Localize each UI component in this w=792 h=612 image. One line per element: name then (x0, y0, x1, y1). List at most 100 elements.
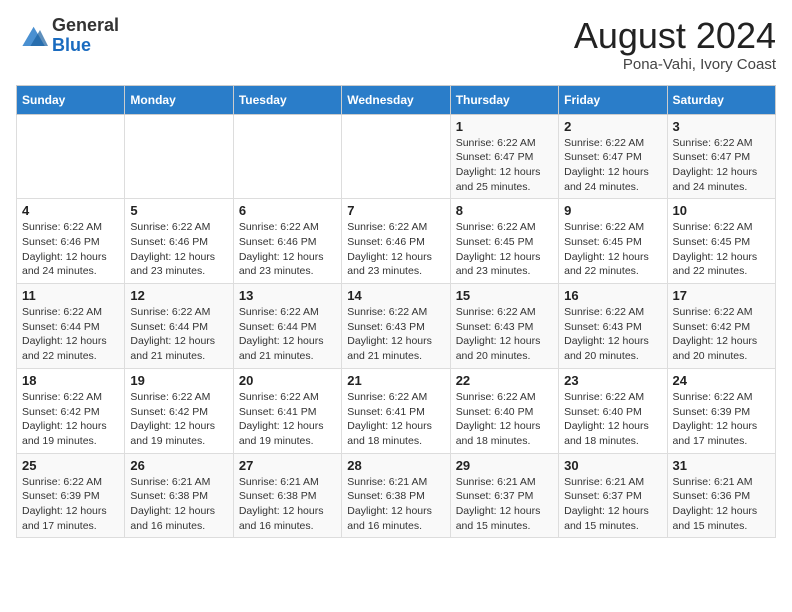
day-info: Sunrise: 6:21 AMSunset: 6:36 PMDaylight:… (673, 475, 770, 534)
calendar-cell: 7 Sunrise: 6:22 AMSunset: 6:46 PMDaylight… (342, 199, 450, 284)
calendar-cell: 20 Sunrise: 6:22 AMSunset: 6:41 PMDayligh… (233, 368, 341, 453)
page-header: General Blue August 2024 Pona-Vahi, Ivor… (16, 16, 776, 73)
day-info: Sunrise: 6:22 AMSunset: 6:41 PMDaylight:… (347, 390, 444, 449)
calendar-cell: 12 Sunrise: 6:22 AMSunset: 6:44 PMDayligh… (125, 284, 233, 369)
day-info: Sunrise: 6:22 AMSunset: 6:44 PMDaylight:… (22, 305, 119, 364)
calendar-cell: 30 Sunrise: 6:21 AMSunset: 6:37 PMDayligh… (559, 453, 667, 538)
calendar-cell: 3 Sunrise: 6:22 AMSunset: 6:47 PMDaylight… (667, 114, 775, 199)
logo-blue-text: Blue (52, 36, 119, 56)
day-number: 15 (456, 288, 553, 303)
day-number: 2 (564, 119, 661, 134)
day-info: Sunrise: 6:22 AMSunset: 6:46 PMDaylight:… (22, 220, 119, 279)
day-info: Sunrise: 6:21 AMSunset: 6:37 PMDaylight:… (456, 475, 553, 534)
day-number: 19 (130, 373, 227, 388)
day-number: 31 (673, 458, 770, 473)
calendar-cell (233, 114, 341, 199)
day-info: Sunrise: 6:22 AMSunset: 6:40 PMDaylight:… (564, 390, 661, 449)
day-number: 1 (456, 119, 553, 134)
calendar-cell: 15 Sunrise: 6:22 AMSunset: 6:43 PMDayligh… (450, 284, 558, 369)
day-info: Sunrise: 6:22 AMSunset: 6:46 PMDaylight:… (239, 220, 336, 279)
day-number: 16 (564, 288, 661, 303)
calendar-cell (17, 114, 125, 199)
day-number: 12 (130, 288, 227, 303)
week-row: 11 Sunrise: 6:22 AMSunset: 6:44 PMDayligh… (17, 284, 776, 369)
day-number: 7 (347, 203, 444, 218)
calendar-cell: 27 Sunrise: 6:21 AMSunset: 6:38 PMDayligh… (233, 453, 341, 538)
calendar-cell: 6Sunrise: 6:22 AMSunset: 6:46 PMDaylight… (233, 199, 341, 284)
day-number: 18 (22, 373, 119, 388)
calendar-cell: 9Sunrise: 6:22 AMSunset: 6:45 PMDaylight… (559, 199, 667, 284)
logo-general-text: General (52, 16, 119, 36)
calendar-cell: 21Sunrise: 6:22 AMSunset: 6:41 PMDayligh… (342, 368, 450, 453)
day-info: Sunrise: 6:22 AMSunset: 6:44 PMDaylight:… (130, 305, 227, 364)
day-number: 13 (239, 288, 336, 303)
day-info: Sunrise: 6:21 AMSunset: 6:38 PMDaylight:… (130, 475, 227, 534)
calendar-cell (125, 114, 233, 199)
header-day: Thursday (450, 85, 558, 114)
day-number: 24 (673, 373, 770, 388)
day-info: Sunrise: 6:22 AMSunset: 6:42 PMDaylight:… (130, 390, 227, 449)
calendar-cell: 8 Sunrise: 6:22 AMSunset: 6:45 PMDaylight… (450, 199, 558, 284)
calendar-cell: 4 Sunrise: 6:22 AMSunset: 6:46 PMDaylight… (17, 199, 125, 284)
header-day: Saturday (667, 85, 775, 114)
calendar-cell: 29Sunrise: 6:21 AMSunset: 6:37 PMDayligh… (450, 453, 558, 538)
day-number: 8 (456, 203, 553, 218)
header-day: Sunday (17, 85, 125, 114)
day-info: Sunrise: 6:21 AMSunset: 6:38 PMDaylight:… (347, 475, 444, 534)
calendar-cell: 28Sunrise: 6:21 AMSunset: 6:38 PMDayligh… (342, 453, 450, 538)
day-info: Sunrise: 6:22 AMSunset: 6:40 PMDaylight:… (456, 390, 553, 449)
day-info: Sunrise: 6:22 AMSunset: 6:46 PMDaylight:… (130, 220, 227, 279)
day-number: 9 (564, 203, 661, 218)
day-info: Sunrise: 6:22 AMSunset: 6:47 PMDaylight:… (456, 136, 553, 195)
day-info: Sunrise: 6:22 AMSunset: 6:43 PMDaylight:… (564, 305, 661, 364)
calendar-cell: 1 Sunrise: 6:22 AMSunset: 6:47 PMDaylight… (450, 114, 558, 199)
day-number: 17 (673, 288, 770, 303)
day-number: 20 (239, 373, 336, 388)
day-info: Sunrise: 6:22 AMSunset: 6:46 PMDaylight:… (347, 220, 444, 279)
day-number: 25 (22, 458, 119, 473)
week-row: 25 Sunrise: 6:22 AMSunset: 6:39 PMDayligh… (17, 453, 776, 538)
calendar-cell: 24Sunrise: 6:22 AMSunset: 6:39 PMDayligh… (667, 368, 775, 453)
subtitle: Pona-Vahi, Ivory Coast (574, 56, 776, 73)
calendar-cell: 22 Sunrise: 6:22 AMSunset: 6:40 PMDayligh… (450, 368, 558, 453)
day-info: Sunrise: 6:22 AMSunset: 6:43 PMDaylight:… (456, 305, 553, 364)
day-number: 14 (347, 288, 444, 303)
day-number: 22 (456, 373, 553, 388)
calendar-cell: 10Sunrise: 6:22 AMSunset: 6:45 PMDayligh… (667, 199, 775, 284)
title-block: August 2024 Pona-Vahi, Ivory Coast (574, 16, 776, 73)
day-number: 23 (564, 373, 661, 388)
day-info: Sunrise: 6:22 AMSunset: 6:41 PMDaylight:… (239, 390, 336, 449)
day-number: 26 (130, 458, 227, 473)
day-info: Sunrise: 6:22 AMSunset: 6:45 PMDaylight:… (673, 220, 770, 279)
calendar-cell: 25 Sunrise: 6:22 AMSunset: 6:39 PMDayligh… (17, 453, 125, 538)
day-info: Sunrise: 6:21 AMSunset: 6:37 PMDaylight:… (564, 475, 661, 534)
main-title: August 2024 (574, 16, 776, 56)
day-number: 30 (564, 458, 661, 473)
calendar-cell (342, 114, 450, 199)
day-number: 27 (239, 458, 336, 473)
calendar-cell: 13 Sunrise: 6:22 AMSunset: 6:44 PMDayligh… (233, 284, 341, 369)
calendar-cell: 31 Sunrise: 6:21 AMSunset: 6:36 PMDayligh… (667, 453, 775, 538)
calendar-cell: 14 Sunrise: 6:22 AMSunset: 6:43 PMDayligh… (342, 284, 450, 369)
header-day: Wednesday (342, 85, 450, 114)
day-info: Sunrise: 6:22 AMSunset: 6:47 PMDaylight:… (673, 136, 770, 195)
calendar-table: SundayMondayTuesdayWednesdayThursdayFrid… (16, 85, 776, 539)
day-number: 11 (22, 288, 119, 303)
day-info: Sunrise: 6:22 AMSunset: 6:42 PMDaylight:… (673, 305, 770, 364)
calendar-cell: 18Sunrise: 6:22 AMSunset: 6:42 PMDayligh… (17, 368, 125, 453)
week-row: 18 Sunrise: 6:22 AMSunset: 6:42 PMDayligh… (17, 368, 776, 453)
logo: General Blue (16, 16, 119, 56)
week-row: 4 Sunrise: 6:22 AMSunset: 6:46 PMDaylight… (17, 199, 776, 284)
day-info: Sunrise: 6:22 AMSunset: 6:45 PMDaylight:… (456, 220, 553, 279)
day-info: Sunrise: 6:22 AMSunset: 6:44 PMDaylight:… (239, 305, 336, 364)
logo-icon (16, 22, 48, 50)
calendar-cell: 2Sunrise: 6:22 AMSunset: 6:47 PMDaylight… (559, 114, 667, 199)
calendar-cell: 23 Sunrise: 6:22 AMSunset: 6:40 PMDayligh… (559, 368, 667, 453)
day-info: Sunrise: 6:22 AMSunset: 6:39 PMDaylight:… (22, 475, 119, 534)
calendar-cell: 19 Sunrise: 6:22 AMSunset: 6:42 PMDayligh… (125, 368, 233, 453)
day-info: Sunrise: 6:22 AMSunset: 6:43 PMDaylight:… (347, 305, 444, 364)
calendar-cell: 16 Sunrise: 6:22 AMSunset: 6:43 PMDayligh… (559, 284, 667, 369)
day-number: 4 (22, 203, 119, 218)
day-info: Sunrise: 6:21 AMSunset: 6:38 PMDaylight:… (239, 475, 336, 534)
day-number: 3 (673, 119, 770, 134)
